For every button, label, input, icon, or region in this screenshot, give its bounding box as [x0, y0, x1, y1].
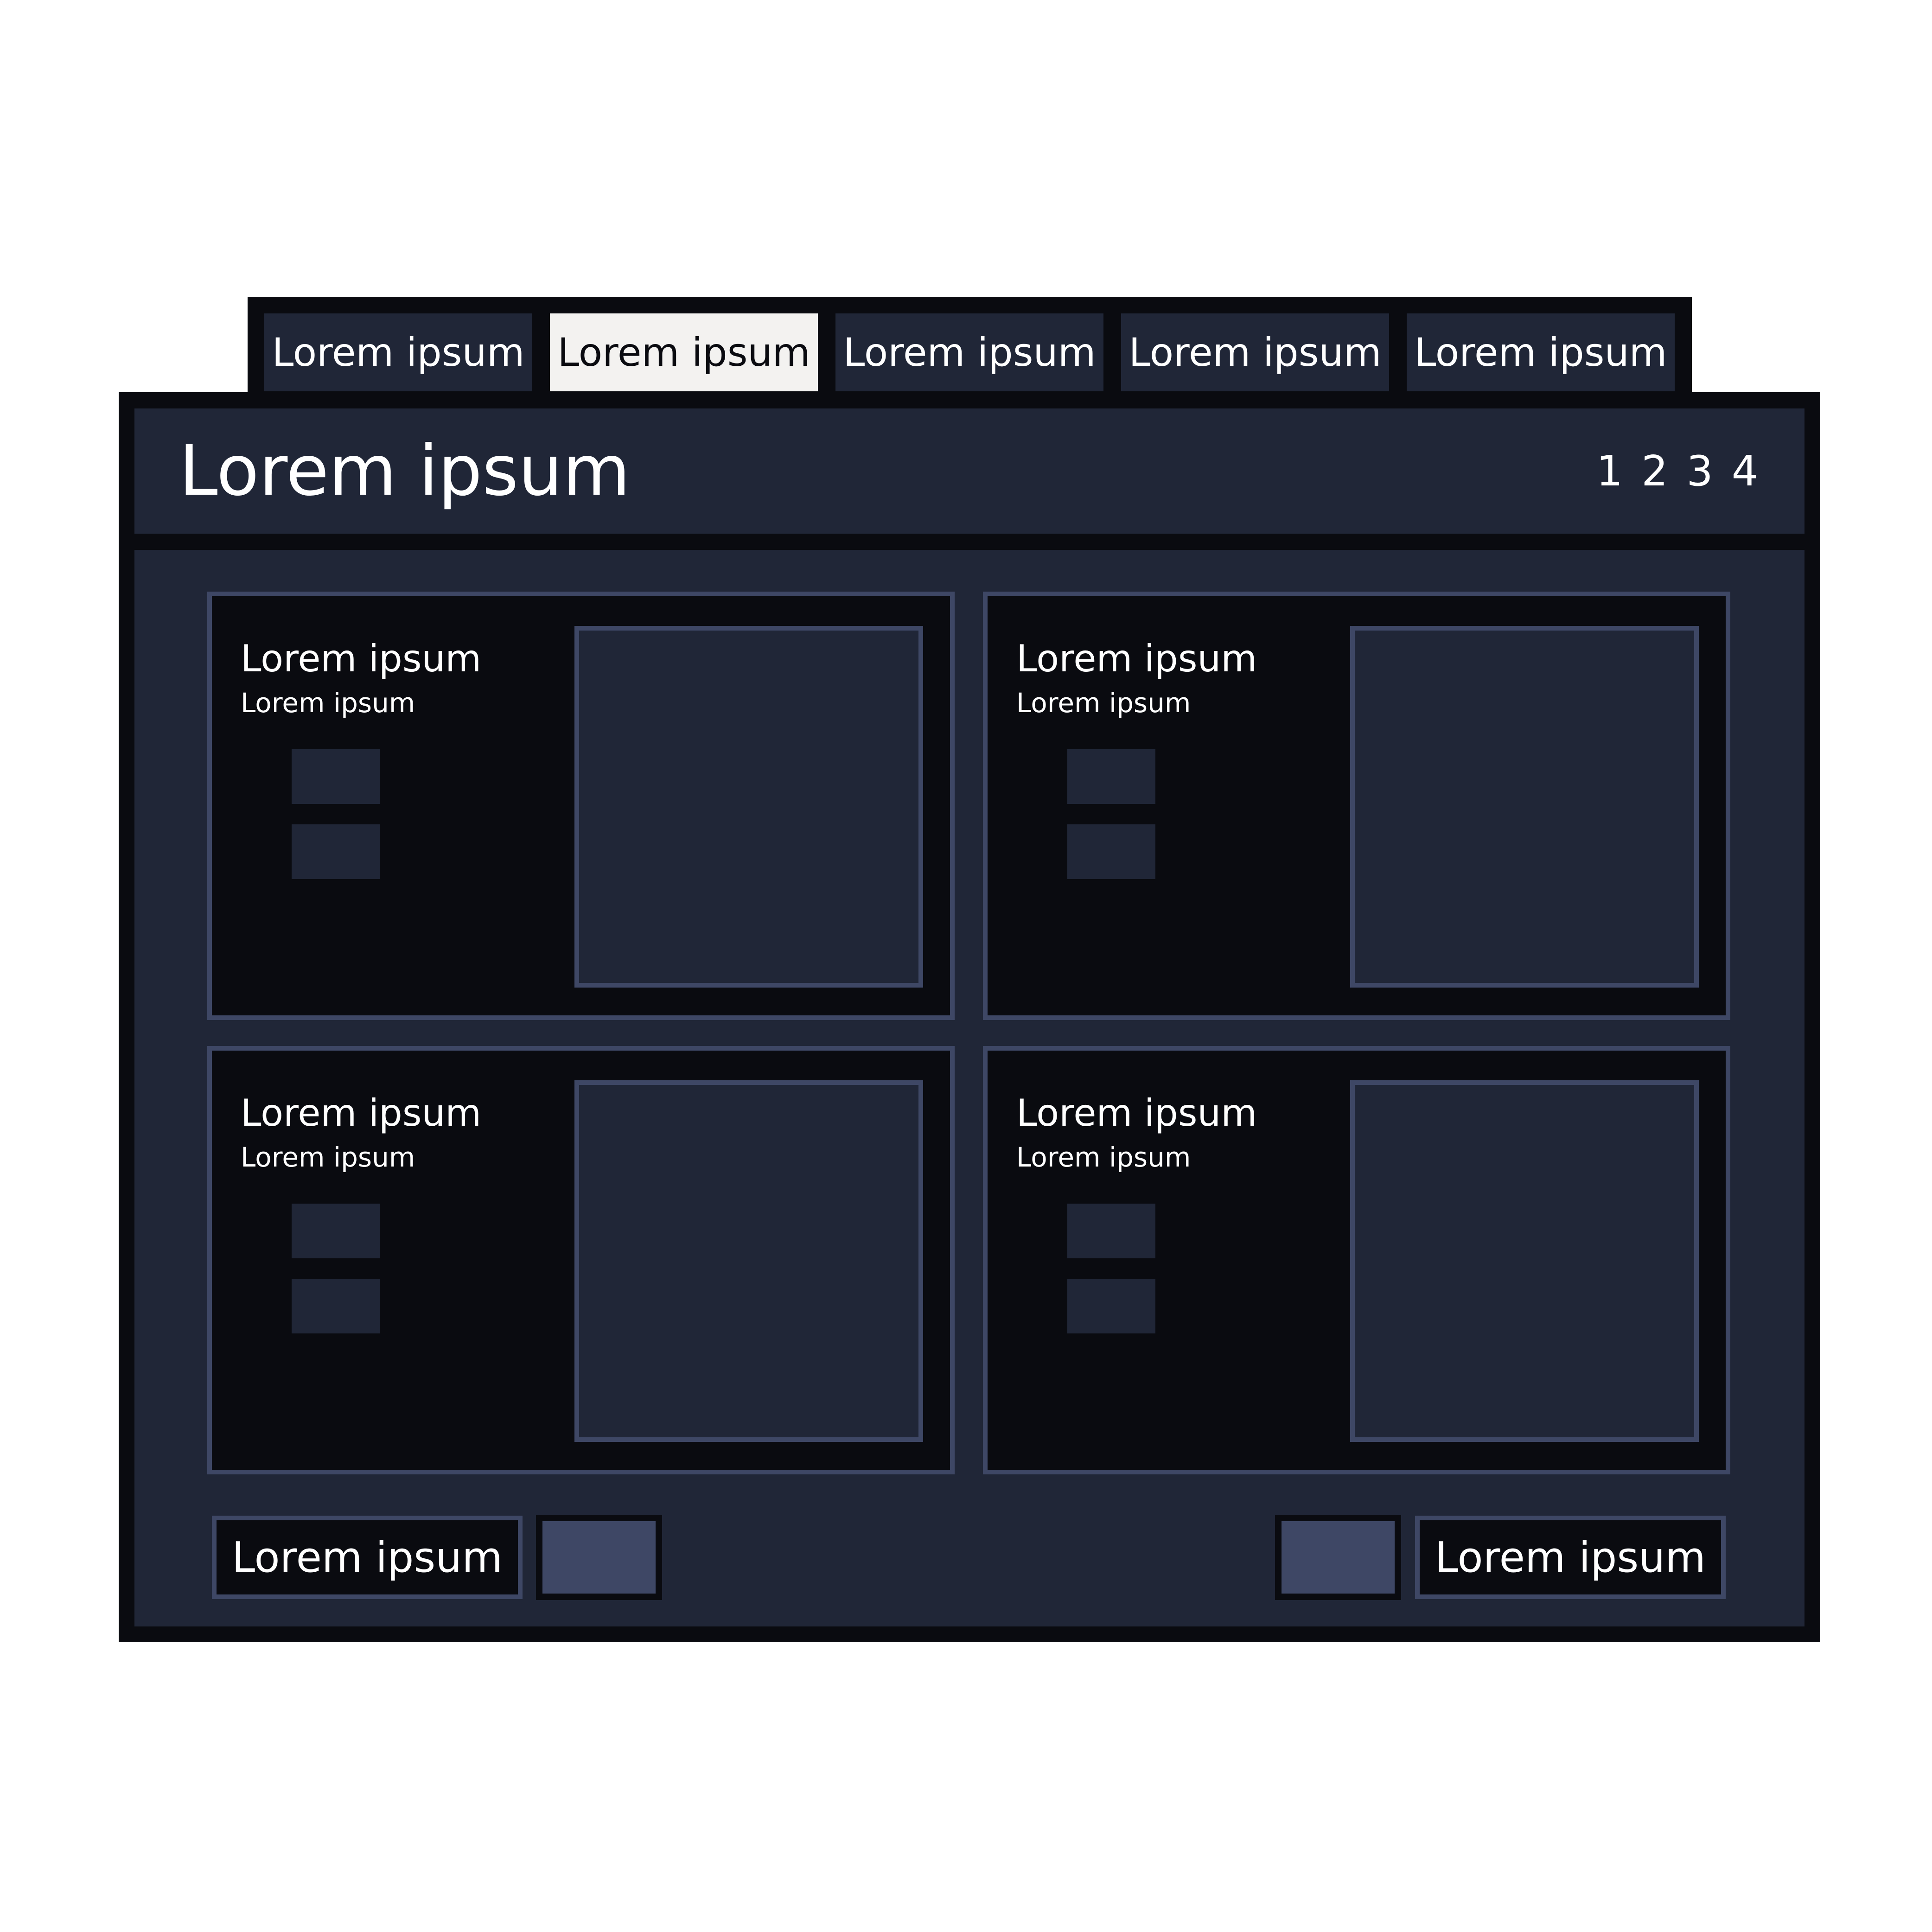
main-window: Lorem ipsum 1 2 3 4 Lorem ipsum Lorem ip… [119, 392, 1820, 1642]
card-bottom-right[interactable]: Lorem ipsum Lorem ipsum [983, 1046, 1730, 1474]
card-title: Lorem ipsum [1016, 637, 1257, 680]
page-number-3[interactable]: 3 [1686, 447, 1713, 496]
card-title: Lorem ipsum [1016, 1091, 1257, 1135]
page-number-1[interactable]: 1 [1596, 447, 1623, 496]
card-option-block[interactable] [292, 1279, 380, 1333]
card-subtitle: Lorem ipsum [1016, 687, 1191, 719]
card-title: Lorem ipsum [241, 1091, 482, 1135]
footer-right-button[interactable]: Lorem ipsum [1415, 1516, 1726, 1599]
header-bar: Lorem ipsum 1 2 3 4 [134, 408, 1804, 534]
card-option-block[interactable] [292, 824, 380, 879]
tab-bar: Lorem ipsum Lorem ipsum Lorem ipsum Lore… [248, 297, 1692, 396]
tab-2-active[interactable]: Lorem ipsum [550, 313, 818, 391]
card-top-left[interactable]: Lorem ipsum Lorem ipsum [207, 592, 955, 1020]
footer-right-square-button[interactable] [1275, 1515, 1401, 1600]
card-top-right[interactable]: Lorem ipsum Lorem ipsum [983, 592, 1730, 1020]
tab-5[interactable]: Lorem ipsum [1407, 313, 1675, 391]
card-image-placeholder [1350, 1080, 1699, 1442]
tab-3[interactable]: Lorem ipsum [835, 313, 1103, 391]
pagination: 1 2 3 4 [1596, 408, 1758, 534]
card-title: Lorem ipsum [241, 637, 482, 680]
content-area: Lorem ipsum Lorem ipsum Lorem ipsum Lore… [134, 550, 1804, 1626]
footer-left-button[interactable]: Lorem ipsum [212, 1516, 523, 1599]
card-image-placeholder [574, 626, 923, 988]
card-subtitle: Lorem ipsum [241, 1141, 415, 1173]
page-title: Lorem ipsum [179, 431, 631, 511]
card-option-block[interactable] [1067, 749, 1155, 804]
card-subtitle: Lorem ipsum [1016, 1141, 1191, 1173]
card-option-block[interactable] [1067, 824, 1155, 879]
footer-left-square-button[interactable] [536, 1515, 662, 1600]
card-option-block[interactable] [1067, 1279, 1155, 1333]
tab-1[interactable]: Lorem ipsum [264, 313, 532, 391]
tab-4[interactable]: Lorem ipsum [1121, 313, 1389, 391]
page-number-4[interactable]: 4 [1732, 447, 1758, 496]
card-image-placeholder [1350, 626, 1699, 988]
page-number-2[interactable]: 2 [1641, 447, 1668, 496]
card-image-placeholder [574, 1080, 923, 1442]
card-option-block[interactable] [292, 749, 380, 804]
card-option-block[interactable] [1067, 1204, 1155, 1258]
card-option-block[interactable] [292, 1204, 380, 1258]
card-bottom-left[interactable]: Lorem ipsum Lorem ipsum [207, 1046, 955, 1474]
card-subtitle: Lorem ipsum [241, 687, 415, 719]
